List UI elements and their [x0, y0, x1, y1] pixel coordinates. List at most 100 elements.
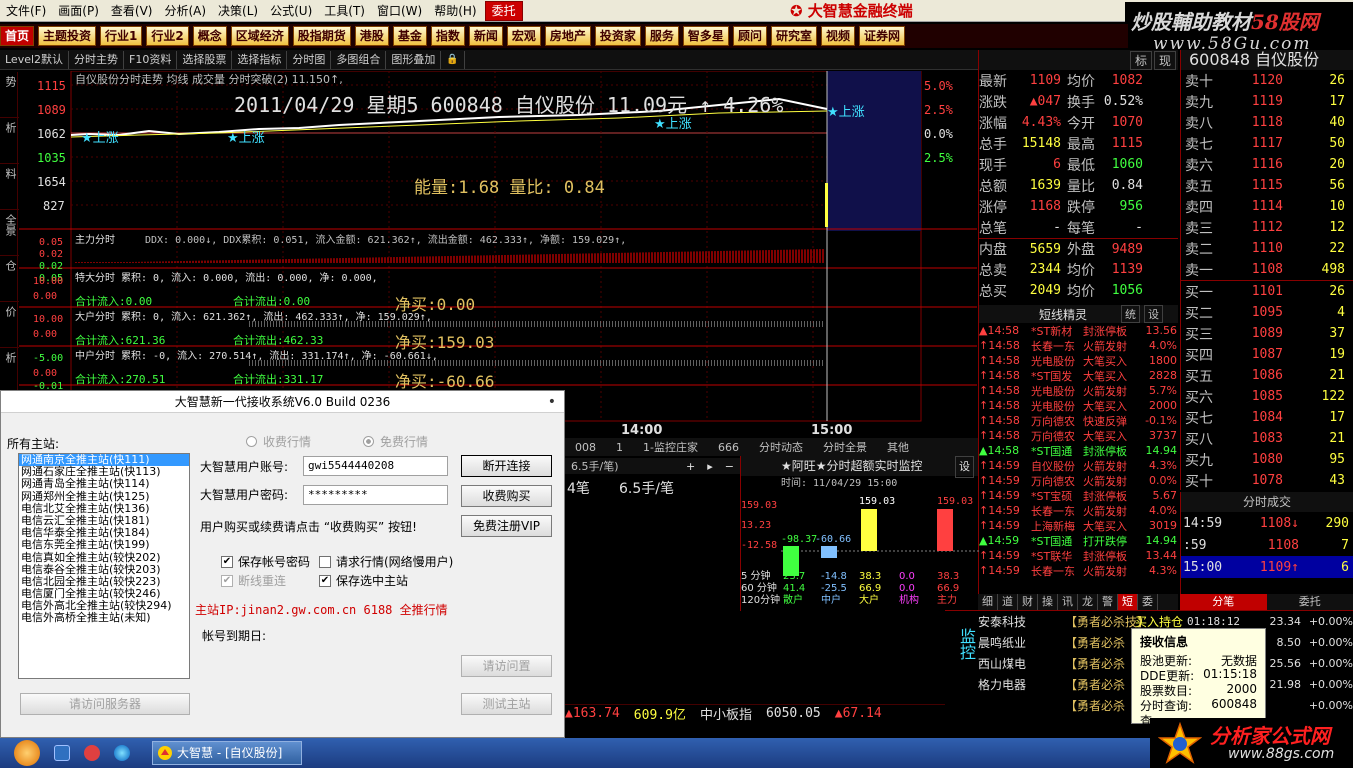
next-icon[interactable]: ▸ [701, 460, 719, 473]
request-config-button[interactable]: 请访问置 [461, 655, 552, 677]
sprite-row[interactable]: ↑14:58 光电股份 大笔买入 2000 [979, 398, 1178, 413]
function-tab[interactable]: 证券网 [858, 26, 905, 46]
menu-help[interactable]: 帮助(H) [428, 0, 482, 22]
middle-tab[interactable]: 其他 [877, 439, 919, 455]
password-input[interactable]: ********* [303, 485, 448, 505]
at-mail-icon[interactable] [84, 745, 100, 761]
menu-view[interactable]: 查看(V) [105, 0, 159, 22]
menu-window[interactable]: 窗口(W) [371, 0, 428, 22]
function-tab[interactable]: 指数 [430, 26, 465, 46]
lock-icon[interactable]: 🔒 [441, 50, 465, 69]
sprite-row[interactable]: ↑14:58 长春一东 火箭发射 4.0% [979, 338, 1178, 353]
start-button-icon[interactable] [14, 740, 40, 766]
sprite-bottom-tab[interactable]: 操 [1038, 594, 1058, 610]
toolbar-item[interactable]: 选择指标 [232, 50, 288, 69]
sprite-row[interactable]: ▲14:59 *ST国通 打开跌停 14.94 [979, 533, 1178, 548]
sprite-bottom-tab[interactable]: 讯 [1058, 594, 1078, 610]
function-tab[interactable]: 智多星 [682, 26, 729, 46]
sprite-row[interactable]: ▲14:58 *ST国通 封涨停板 14.94 [979, 443, 1178, 458]
sprite-bottom-tab[interactable]: 龙 [1078, 594, 1098, 610]
sprite-row[interactable]: ↑14:59 长春一东 火箭发射 4.0% [979, 503, 1178, 518]
function-tab[interactable]: 首页 [0, 26, 35, 46]
taskbar-app-button[interactable]: 大智慧 - [自仪股份] [152, 741, 302, 765]
save-site-checkbox[interactable]: ✔ 保存选中主站 [319, 572, 408, 589]
sprite-row[interactable]: ↑14:59 长春一东 火箭发射 4.3% [979, 563, 1178, 578]
sprite-row[interactable]: ↑14:58 万向德农 快速反弹 -0.1% [979, 413, 1178, 428]
explorer-icon[interactable] [54, 745, 70, 761]
account-input[interactable]: gwi5544440208 [303, 456, 448, 476]
server-item[interactable]: 网通郑州全推主站(快125) [19, 490, 189, 503]
disconnect-button[interactable]: 断开连接 [461, 455, 552, 477]
sprite-row[interactable]: ↑14:58 光电股份 大笔买入 1800 [979, 353, 1178, 368]
sprite-bottom-tab[interactable]: 细 [978, 594, 998, 610]
sprite-row[interactable]: ↑14:59 万向德农 火箭发射 0.0% [979, 473, 1178, 488]
toolbar-item[interactable]: 图形叠加 [386, 50, 442, 69]
menu-view-screen[interactable]: 画面(P) [52, 0, 105, 22]
menu-file[interactable]: 文件(F) [0, 0, 52, 22]
function-tab[interactable]: 投资家 [594, 26, 641, 46]
server-list[interactable]: 网通南京全推主站(快111) 网通石家庄全推主站(快113) 网通青岛全推主站(快1… [18, 453, 190, 679]
tick-bottom-tab[interactable]: 委托 [1267, 594, 1353, 610]
function-tab[interactable]: 服务 [644, 26, 679, 46]
register-vip-button[interactable]: 免费注册VIP [461, 515, 552, 537]
function-tab[interactable]: 房地产 [544, 26, 591, 46]
dialog-close-icon[interactable]: • [548, 391, 556, 413]
save-password-checkbox[interactable]: ✔ 保存帐号密码 [221, 553, 310, 570]
add-icon[interactable]: + [680, 460, 701, 473]
function-tab[interactable]: 行业1 [100, 26, 143, 46]
function-tab[interactable]: 视频 [820, 26, 855, 46]
request-quote-checkbox[interactable]: 请求行情(网络慢用户) [319, 553, 453, 570]
server-item[interactable]: 电信真如全推主站(较快202) [19, 551, 189, 564]
sprite-row[interactable]: ↑14:59 自仪股份 火箭发射 4.3% [979, 458, 1178, 473]
middle-tab[interactable]: 分时动态 [749, 439, 813, 455]
sprite-row[interactable]: ↑14:59 *ST联华 封涨停板 13.44 [979, 548, 1178, 563]
reconnect-checkbox[interactable]: ✔ 断线重连 [221, 572, 286, 589]
quote-tab-now[interactable]: 现 [1153, 50, 1176, 70]
menu-decision[interactable]: 决策(L) [212, 0, 264, 22]
function-tab[interactable]: 行业2 [146, 26, 189, 46]
sprite-bottom-tab[interactable]: 道 [998, 594, 1018, 610]
server-item[interactable]: 电信外高桥全推主站(未知) [19, 612, 189, 624]
function-tab[interactable]: 宏观 [506, 26, 541, 46]
browser-icon[interactable] [114, 745, 130, 761]
middle-tab[interactable]: 1 [606, 441, 633, 454]
toolbar-item[interactable]: 多图组合 [331, 50, 387, 69]
menu-analysis[interactable]: 分析(A) [158, 0, 212, 22]
function-tab[interactable]: 基金 [392, 26, 427, 46]
intraday-chart[interactable]: 自仪股份分时走势 均线 成交量 分时突破(2) 11.150↑, 2011/04… [19, 71, 977, 441]
function-tab[interactable]: 股指期货 [292, 26, 351, 46]
sprite-row[interactable]: ↑14:59 上海新梅 大笔买入 3019 [979, 518, 1178, 533]
middle-tab[interactable]: 666 [708, 441, 749, 454]
vertical-tab[interactable]: 全景 [0, 210, 20, 256]
sprite-row[interactable]: ▲14:58 *ST新材 封涨停板 13.56 [979, 323, 1178, 338]
sprite-row[interactable]: ↑14:59 *ST宝硕 封涨停板 5.67 [979, 488, 1178, 503]
sprite-bottom-tab[interactable]: 短 [1118, 594, 1138, 610]
sprite-tab-stat[interactable]: 统 [1121, 305, 1141, 323]
minus-icon[interactable]: − [719, 460, 740, 473]
function-tab[interactable]: 新闻 [468, 26, 503, 46]
toolbar-item[interactable]: 分时主势 [69, 50, 125, 69]
server-item[interactable]: 网通青岛全推主站(快114) [19, 478, 189, 490]
function-tab[interactable]: 概念 [192, 26, 227, 46]
sprite-row[interactable]: ↑14:58 光电股份 火箭发射 5.7% [979, 383, 1178, 398]
tick-row[interactable]: 15:00 1109↑ 6 [1181, 556, 1353, 578]
function-tab[interactable]: 研究室 [770, 26, 817, 46]
menu-tools[interactable]: 工具(T) [318, 0, 371, 22]
sprite-bottom-tab[interactable]: 财 [1018, 594, 1038, 610]
visit-server-button[interactable]: 请访问服务器 [20, 693, 190, 715]
function-tab[interactable]: 港股 [354, 26, 389, 46]
test-server-button[interactable]: 测试主站 [461, 693, 552, 715]
buy-button[interactable]: 收费购买 [461, 485, 552, 507]
toolbar-item[interactable]: 分时图 [287, 50, 332, 69]
sprite-row[interactable]: ↑14:58 万向德农 大笔买入 3737 [979, 428, 1178, 443]
radio-free-quote[interactable]: 免费行情 [363, 433, 428, 450]
sprite-row[interactable]: ↑14:58 *ST国发 大笔买入 2828 [979, 368, 1178, 383]
toolbar-item[interactable]: 选择股票 [177, 50, 233, 69]
tick-trades-title[interactable]: 分时成交 [1181, 492, 1353, 512]
tick-row[interactable]: 14:59 1108↓ 290 [1181, 512, 1353, 534]
server-item[interactable]: 电信东莞全推主站(快199) [19, 539, 189, 551]
middle-tab[interactable]: 1-监控庄家 [633, 439, 708, 455]
sprite-bottom-tab[interactable]: 警 [1098, 594, 1118, 610]
tick-bottom-tab[interactable]: 分笔 [1180, 594, 1267, 610]
toolbar-item[interactable]: Level2默认 [0, 50, 70, 69]
